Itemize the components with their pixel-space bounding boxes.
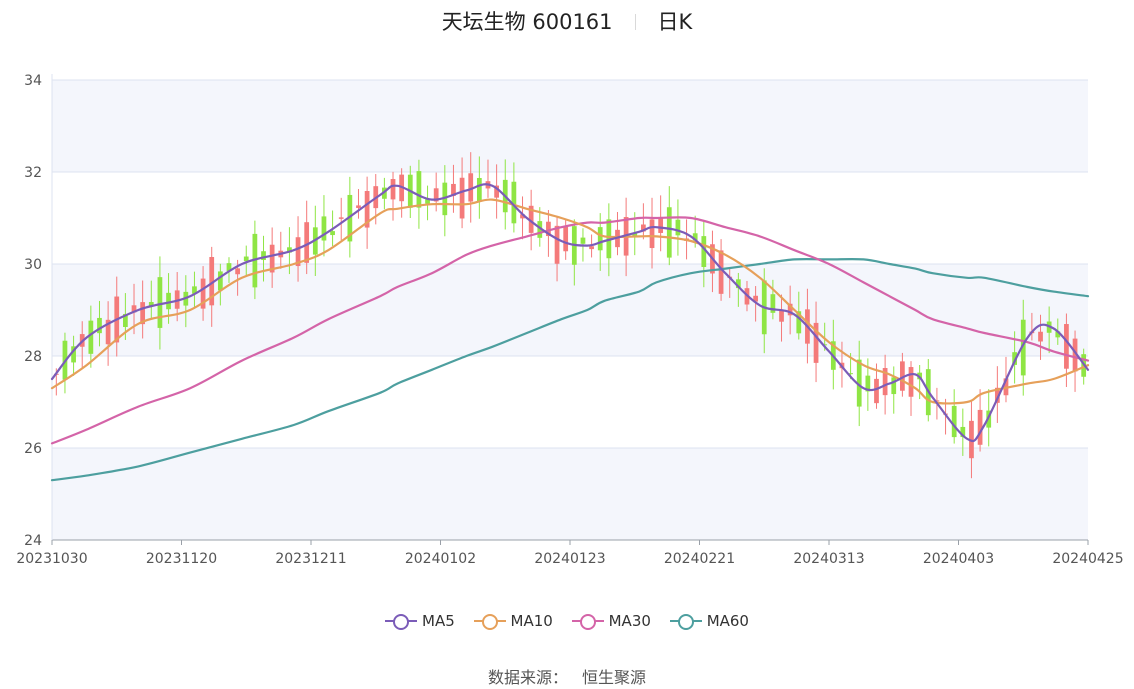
candle-body	[718, 250, 724, 294]
x-tick-label: 20240425	[1052, 551, 1123, 567]
candle-body	[356, 205, 361, 208]
y-tick-label: 24	[24, 533, 42, 549]
y-tick-label: 28	[24, 349, 42, 365]
candle-body	[649, 219, 655, 249]
legend-label-ma5: MA5	[422, 612, 455, 630]
candle-body	[675, 219, 681, 236]
x-tick-label: 20231030	[16, 551, 87, 567]
candle-body	[217, 271, 223, 291]
legend-item-ma30[interactable]: MA30	[571, 612, 651, 630]
y-tick-label: 34	[24, 73, 42, 89]
candle-body	[304, 222, 310, 263]
candle-body	[1038, 331, 1043, 342]
legend-label-ma10: MA10	[510, 612, 553, 630]
candle-body	[658, 216, 664, 233]
candle-body	[235, 268, 240, 275]
legend-item-ma5[interactable]: MA5	[385, 612, 455, 630]
legend-swatch-ma10	[473, 614, 506, 630]
legend-swatch-ma60	[669, 614, 702, 630]
x-tick-label: 20240123	[534, 551, 605, 567]
x-tick-label: 20240221	[664, 551, 735, 567]
x-tick-label: 20231120	[146, 551, 217, 567]
y-tick-label: 30	[24, 257, 42, 273]
candle-body	[459, 177, 465, 219]
source-label: 数据来源：	[487, 668, 568, 687]
legend-label-ma30: MA30	[608, 612, 651, 630]
candle-body	[88, 320, 94, 354]
candle-body	[1064, 324, 1069, 369]
legend-item-ma10[interactable]: MA10	[473, 612, 553, 630]
candle-body	[666, 207, 672, 258]
kline-chart: 24 26 28 30 32 34 20231030 20231120 20231211 2024…	[16, 73, 1123, 567]
candle-body	[589, 246, 594, 250]
candle-body	[157, 277, 163, 328]
legend-item-ma60[interactable]: MA60	[669, 612, 749, 630]
candle-body	[580, 237, 586, 244]
candle-body	[874, 378, 879, 404]
candle-body	[338, 217, 344, 219]
legend-swatch-ma30	[571, 614, 604, 630]
candle-body	[243, 256, 249, 262]
legend-label-ma60: MA60	[706, 612, 749, 630]
legend-swatch-ma5	[385, 614, 417, 630]
candle-body	[416, 171, 422, 208]
plot-band	[52, 448, 1088, 540]
x-tick-label: 20240102	[405, 551, 476, 567]
candle-body	[951, 405, 957, 438]
x-tick-label: 20240403	[923, 551, 994, 567]
x-tick-label: 20240313	[793, 551, 864, 567]
y-tick-label: 26	[24, 441, 42, 457]
candle-body	[908, 367, 914, 397]
x-tick-label: 20231211	[275, 551, 346, 567]
plot-band	[52, 80, 1088, 172]
candle-body	[779, 310, 784, 322]
plot-band	[52, 264, 1088, 356]
candle-body	[554, 225, 560, 264]
candle-body	[597, 227, 603, 251]
data-source: 数据来源： 恒生聚源	[0, 664, 1134, 688]
candle-body	[330, 231, 335, 236]
source-value: 恒生聚源	[582, 668, 647, 687]
candle-body	[891, 377, 897, 395]
candle-body	[390, 179, 396, 200]
y-tick-label: 32	[24, 165, 42, 181]
chart-legend: MA5 MA10 MA30 MA60	[0, 612, 1134, 632]
candle-body	[563, 225, 569, 252]
candle-body	[476, 177, 482, 202]
